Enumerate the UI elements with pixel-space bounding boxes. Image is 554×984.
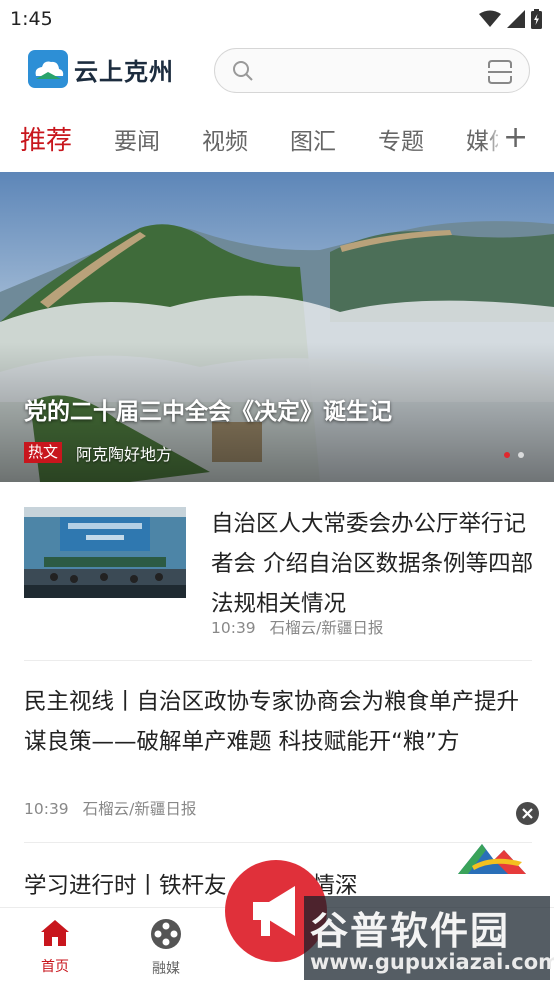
news-meta: 10:39 石榴云/新疆日报	[24, 797, 196, 819]
nav-home-label: 首页	[41, 959, 69, 975]
carousel-dot	[518, 452, 524, 458]
category-tabs: 推荐 要闻 视频 图汇 专题 媒体 +	[0, 110, 554, 166]
app-logo: 云上克州	[28, 50, 174, 88]
news-title[interactable]: 民主视线丨自治区政协专家协商会为粮食单产提升谋良策——破解单产难题 科技赋能开“…	[24, 682, 534, 762]
close-icon	[522, 808, 533, 819]
battery-icon	[531, 9, 542, 29]
app-name: 云上克州	[74, 57, 174, 86]
close-float-button[interactable]	[516, 802, 539, 825]
carousel-dot	[504, 452, 510, 458]
tab-gallery[interactable]: 图汇	[290, 122, 336, 156]
news-title[interactable]: 自治区人大常委会办公厅举行记者会 介绍自治区数据条例等四部法规相关情况	[211, 504, 537, 624]
banner-image	[0, 172, 554, 482]
news-time: 10:39	[24, 800, 69, 818]
status-time: 1:45	[10, 8, 53, 30]
carousel-indicator	[504, 452, 524, 458]
nav-home[interactable]: 首页	[25, 918, 85, 976]
search-input[interactable]	[261, 57, 461, 83]
cloud-logo-icon	[28, 50, 68, 88]
wifi-icon	[479, 10, 501, 27]
news-source: 石榴云/新疆日报	[82, 800, 197, 818]
nav-media[interactable]: 融媒	[136, 918, 196, 978]
divider	[24, 660, 532, 661]
watermark: 谷普软件园 www.gupuxiazai.com	[304, 896, 554, 980]
app-header: 云上克州	[0, 38, 554, 102]
tab-video[interactable]: 视频	[202, 122, 248, 156]
hot-tag-badge: 热文	[24, 442, 63, 463]
news-time: 10:39	[211, 619, 256, 637]
tab-headlines[interactable]: 要闻	[114, 122, 160, 156]
mountain-logo-icon[interactable]	[456, 836, 528, 880]
banner-title[interactable]: 党的二十届三中全会《决定》诞生记	[24, 392, 392, 426]
add-tab-button[interactable]: +	[503, 120, 528, 156]
scan-icon[interactable]	[487, 59, 513, 85]
watermark-text: 谷普软件园	[310, 909, 511, 953]
nav-media-label: 融媒	[152, 961, 180, 977]
tab-topics[interactable]: 专题	[378, 122, 424, 156]
banner-source: 阿克陶好地方	[76, 445, 173, 464]
press-conference-image	[24, 507, 186, 598]
news-title-start: 学习进行时丨铁杆友	[24, 873, 227, 899]
search-icon	[233, 61, 253, 81]
banner-carousel[interactable]	[0, 172, 554, 482]
film-reel-icon	[151, 919, 181, 949]
home-icon	[41, 920, 69, 946]
status-icons	[479, 9, 542, 29]
news-item[interactable]: 自治区人大常委会办公厅举行记者会 介绍自治区数据条例等四部法规相关情况 10:3…	[0, 494, 554, 662]
search-bar[interactable]	[214, 48, 530, 93]
signal-icon	[507, 10, 525, 28]
news-thumbnail	[24, 507, 186, 598]
watermark-url: www.gupuxiazai.com	[310, 950, 554, 974]
tab-recommend[interactable]: 推荐	[20, 120, 72, 157]
news-meta: 10:39 石榴云/新疆日报	[211, 616, 383, 638]
status-bar: 1:45	[0, 0, 554, 38]
news-source: 石榴云/新疆日报	[269, 619, 384, 637]
